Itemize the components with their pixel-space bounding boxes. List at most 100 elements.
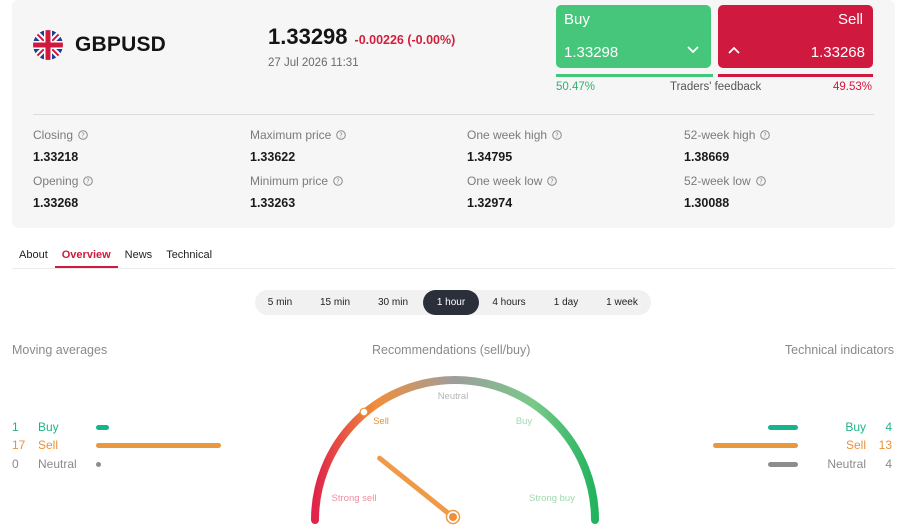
ti-sell-count: 13 (878, 438, 892, 452)
ma-sell-bar (96, 442, 221, 448)
ti-neutral-label: Neutral (827, 457, 866, 471)
info-icon[interactable]: ? (760, 130, 771, 140)
ma-buy-count: 1 (12, 420, 19, 434)
svg-text:?: ? (759, 178, 763, 186)
timeframe-4-hours[interactable]: 4 hours (481, 290, 537, 315)
tab-about[interactable]: About (12, 245, 55, 268)
info-icon[interactable]: ? (755, 176, 766, 186)
stat-label: Opening (33, 174, 79, 188)
feedback-buy-percent: 50.47% (556, 81, 596, 93)
info-icon[interactable]: ? (78, 130, 88, 140)
gauge-needle-hub-dot (449, 513, 457, 521)
feedback-sell-bar (718, 74, 873, 77)
recommendation-gauge: Strong sell Sell Neutral Buy Strong buy (311, 376, 599, 525)
instrument-header: GBPUSD (33, 30, 166, 60)
info-icon[interactable]: ? (336, 130, 347, 140)
stat-label: 52-week high (684, 128, 756, 142)
ma-neutral-label: Neutral (38, 457, 77, 471)
ti-neutral-bar (768, 461, 798, 467)
traders-feedback-label: Traders' feedback (670, 81, 762, 93)
svg-text:?: ? (87, 178, 91, 186)
feedback-buy-bar (556, 74, 713, 77)
stat-label: Closing (33, 128, 74, 142)
stat-label: One week high (467, 128, 548, 142)
timeframe-15-min[interactable]: 15 min (307, 290, 363, 315)
stat-maximum-price: Maximum price? 1.33622 (250, 128, 347, 164)
ma-sell-count: 17 (12, 438, 26, 452)
quote-timestamp: 27 Jul 2026 11:31 (268, 57, 359, 69)
timeframe-30-min[interactable]: 30 min (365, 290, 421, 315)
ma-neutral-count: 0 (12, 457, 19, 471)
info-icon[interactable]: ? (552, 130, 562, 140)
stat-value: 1.33218 (33, 150, 79, 164)
price-block: 1.33298 -0.00226 (-0.00%) 27 Jul 2026 11… (268, 24, 455, 69)
timeframe-5-min[interactable]: 5 min (255, 290, 305, 315)
timeframe-1-week[interactable]: 1 week (595, 290, 649, 315)
ti-buy-label: Buy (845, 420, 866, 434)
stat-one-week-high: One week high? 1.34795 (467, 128, 562, 164)
timeframe-selector: 5 min 15 min 30 min 1 hour 4 hours 1 day… (255, 290, 651, 315)
ti-buy-bar (768, 424, 798, 430)
ma-buy-bar (96, 424, 109, 430)
info-icon[interactable]: ? (547, 176, 558, 186)
stat-label: One week low (467, 174, 543, 188)
buy-button[interactable]: Buy 1.33298 (556, 5, 711, 68)
ti-row-buy: Buy 4 (768, 420, 892, 434)
stat-label: 52-week low (684, 174, 751, 188)
stat-52-week-low: 52-week low? 1.30088 (684, 174, 766, 210)
gauge-active-marker (359, 407, 369, 417)
stat-one-week-low: One week low? 1.32974 (467, 174, 558, 210)
info-icon[interactable]: ? (333, 176, 343, 186)
ma-neutral-bar (96, 461, 101, 467)
buy-button-label: Buy (564, 11, 590, 28)
stat-label: Minimum price (250, 174, 329, 188)
timeframe-1-day[interactable]: 1 day (539, 290, 593, 315)
ti-neutral-count: 4 (885, 457, 892, 471)
stat-opening: Opening? 1.33268 (33, 174, 94, 210)
stat-value: 1.33268 (33, 196, 79, 210)
tab-news[interactable]: News (118, 245, 160, 268)
ma-row-buy: 1 Buy (12, 420, 109, 434)
sell-price: 1.33268 (810, 44, 865, 61)
buy-price: 1.33298 (564, 44, 619, 61)
timeframe-1-hour[interactable]: 1 hour (423, 290, 479, 315)
svg-text:?: ? (81, 132, 85, 140)
ti-row-sell: Sell 13 (713, 438, 892, 452)
svg-text:?: ? (555, 132, 559, 140)
moving-averages-title: Moving averages (12, 343, 108, 357)
sell-button-label: Sell (837, 11, 863, 28)
tab-overview[interactable]: Overview (54, 245, 118, 268)
sell-button[interactable]: Sell 1.33268 (718, 5, 873, 68)
stat-minimum-price: Minimum price? 1.33263 (250, 174, 343, 210)
uk-flag-icon (33, 30, 63, 60)
technical-indicators-title: Technical indicators (784, 343, 894, 357)
chevron-down-icon (687, 46, 699, 54)
stat-value: 1.33622 (250, 150, 296, 164)
feedback-sell-percent: 49.53% (832, 81, 872, 93)
page-tabs: About Overview News Technical (12, 245, 895, 269)
info-icon[interactable]: ? (83, 176, 94, 186)
svg-text:?: ? (764, 132, 768, 140)
recommendations-title: Recommendations (sell/buy) (372, 343, 531, 357)
gauge-label-strong-sell: Strong sell (332, 493, 377, 504)
stat-value: 1.32974 (467, 196, 513, 210)
stat-label: Maximum price (250, 128, 332, 142)
divider (33, 114, 874, 115)
stat-52-week-high: 52-week high? 1.38669 (684, 128, 771, 164)
ma-sell-label: Sell (38, 438, 59, 452)
gauge-label-buy: Buy (516, 416, 533, 427)
ti-sell-label: Sell (845, 438, 866, 452)
stat-value: 1.33263 (250, 196, 296, 210)
symbol-name: GBPUSD (75, 33, 167, 56)
svg-text:?: ? (336, 178, 340, 186)
stat-value: 1.30088 (684, 196, 730, 210)
tab-technical[interactable]: Technical (159, 245, 219, 268)
ma-row-neutral: 0 Neutral (12, 457, 101, 471)
svg-text:?: ? (551, 178, 555, 186)
gauge-label-neutral: Neutral (438, 391, 469, 402)
price-change: -0.00226 (-0.00%) (354, 33, 456, 47)
stat-closing: Closing? 1.33218 (33, 128, 88, 164)
stat-value: 1.34795 (467, 150, 513, 164)
gauge-needle (377, 455, 456, 520)
ti-row-neutral: Neutral 4 (768, 457, 892, 471)
